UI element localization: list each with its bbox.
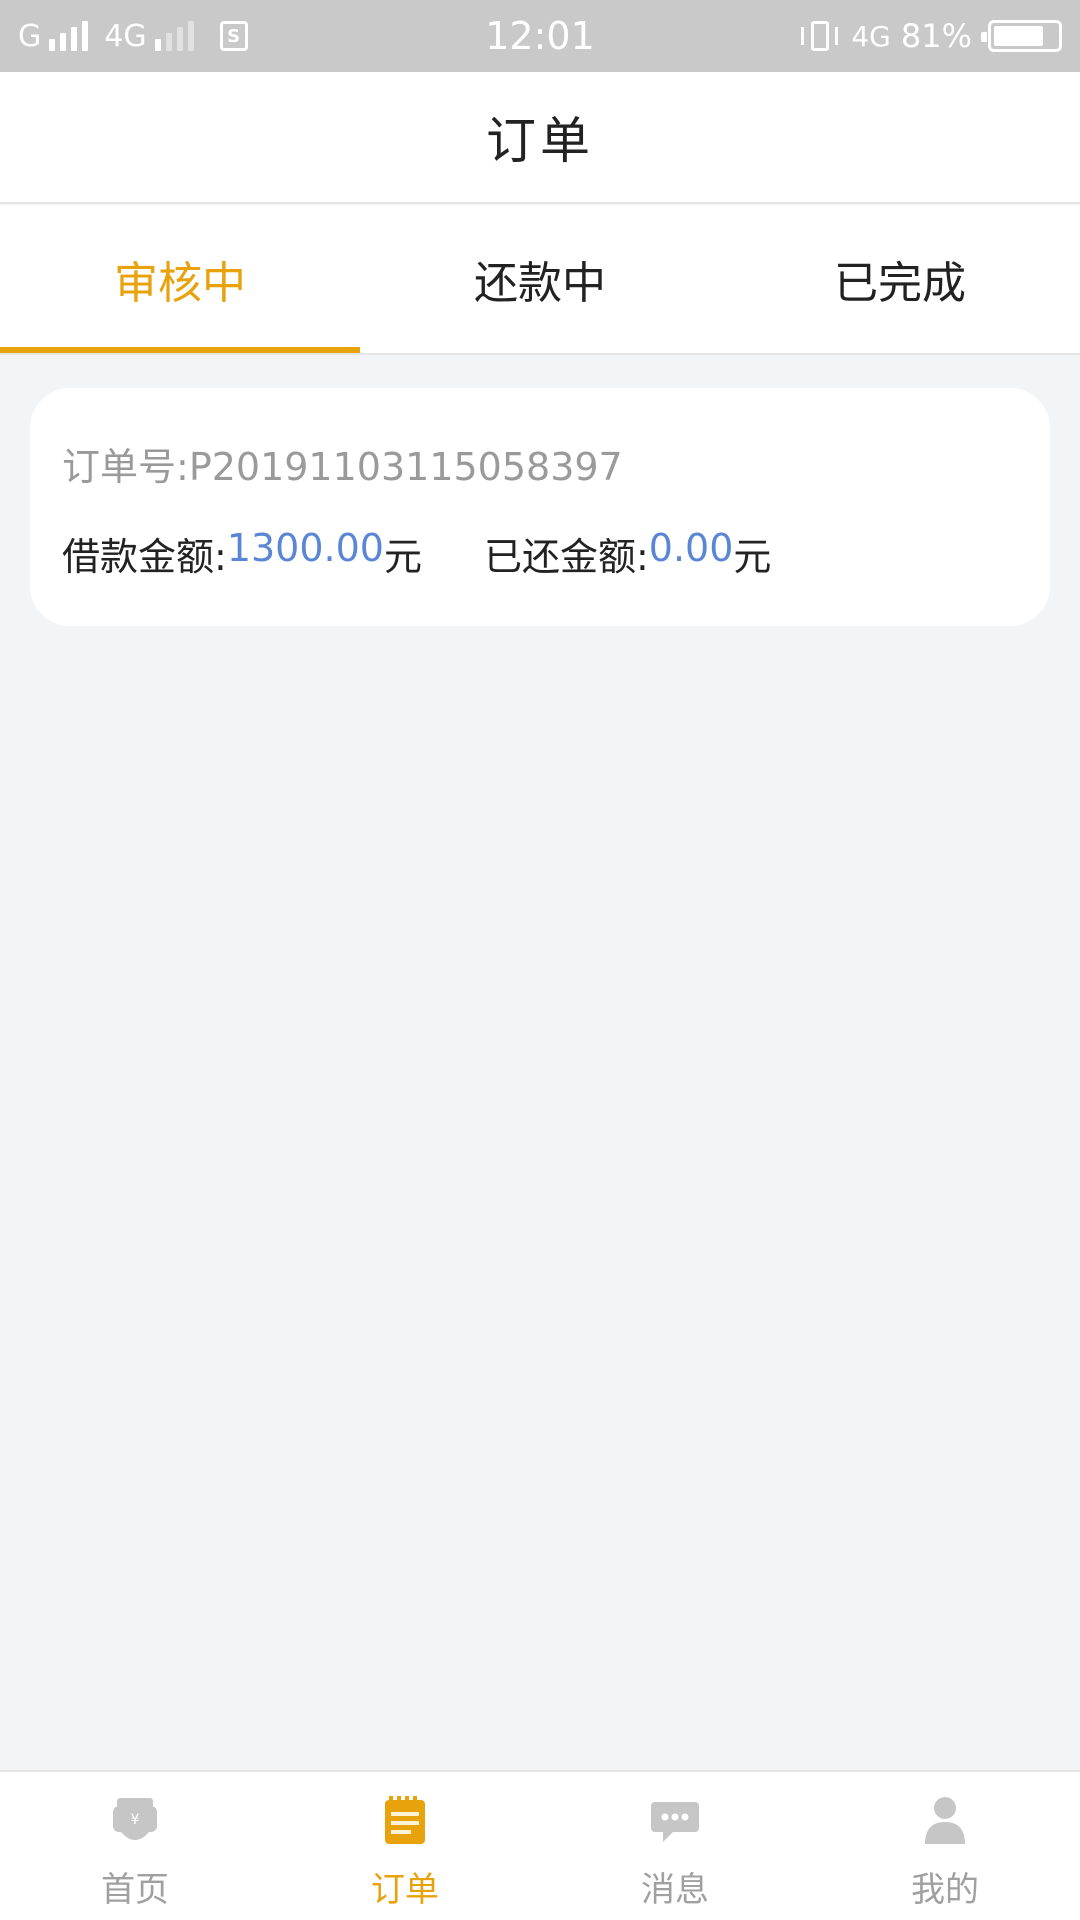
network-text: 4G xyxy=(851,19,891,53)
order-number-label: 订单号: xyxy=(62,445,189,489)
amount-row: 借款金额: 1300.00 元 已还金额: 0.00 元 xyxy=(62,526,771,581)
nav-item-home[interactable]: ¥ 首页 xyxy=(0,1772,270,1920)
nav-label: 我的 xyxy=(911,1870,979,1910)
tab-repaying[interactable]: 还款中 xyxy=(360,205,720,353)
nav-item-profile[interactable]: 我的 xyxy=(810,1772,1080,1920)
active-tab-indicator xyxy=(0,347,360,353)
repaid-amount-label: 已还金额: xyxy=(483,535,649,579)
tab-label: 还款中 xyxy=(474,258,606,309)
tab-label: 审核中 xyxy=(114,258,246,309)
tab-reviewing[interactable]: 审核中 xyxy=(0,205,360,353)
loan-amount-value: 1300.00 xyxy=(226,526,384,570)
battery-icon xyxy=(981,20,1062,52)
nav-item-messages[interactable]: 消息 xyxy=(540,1772,810,1920)
order-status-tabs: 审核中 还款中 已完成 xyxy=(0,205,1080,355)
vibrate-icon xyxy=(799,19,841,53)
nav-item-orders[interactable]: 订单 xyxy=(270,1772,540,1920)
page-header: 订单 xyxy=(0,72,1080,204)
order-card[interactable]: 订单号:P20191103115058397 借款金额: 1300.00 元 已… xyxy=(30,388,1050,626)
battery-percent: 81% xyxy=(900,17,972,55)
status-bar: G 4G S 12:01 4G 81% xyxy=(0,0,1080,72)
repaid-amount-unit: 元 xyxy=(733,535,772,579)
tab-completed[interactable]: 已完成 xyxy=(720,205,1080,353)
order-notepad-icon xyxy=(385,1796,425,1844)
screen: G 4G S 12:01 4G 81% 订单 审核中 还款中 已完成 订单号:P… xyxy=(0,0,1080,1920)
home-wallet-icon: ¥ xyxy=(113,1798,157,1840)
svg-text:¥: ¥ xyxy=(131,1812,140,1828)
loan-amount-label: 借款金额: xyxy=(62,535,227,579)
page-title: 订单 xyxy=(486,112,594,170)
bottom-navigation: ¥ 首页 订单 消息 我的 xyxy=(0,1770,1080,1920)
order-number: 订单号:P20191103115058397 xyxy=(62,436,623,491)
status-right: 4G 81% xyxy=(799,0,1062,72)
repaid-amount-value: 0.00 xyxy=(648,526,734,570)
loan-amount: 借款金额: 1300.00 元 xyxy=(62,526,422,581)
repaid-amount: 已还金额: 0.00 元 xyxy=(484,526,771,581)
order-number-value: P20191103115058397 xyxy=(188,445,623,489)
tab-label: 已完成 xyxy=(834,258,966,309)
nav-label: 首页 xyxy=(101,1870,169,1910)
nav-label: 消息 xyxy=(641,1870,709,1910)
person-icon xyxy=(925,1797,965,1844)
nav-label: 订单 xyxy=(371,1870,439,1910)
message-bubble-icon xyxy=(651,1802,699,1842)
loan-amount-unit: 元 xyxy=(383,535,422,579)
